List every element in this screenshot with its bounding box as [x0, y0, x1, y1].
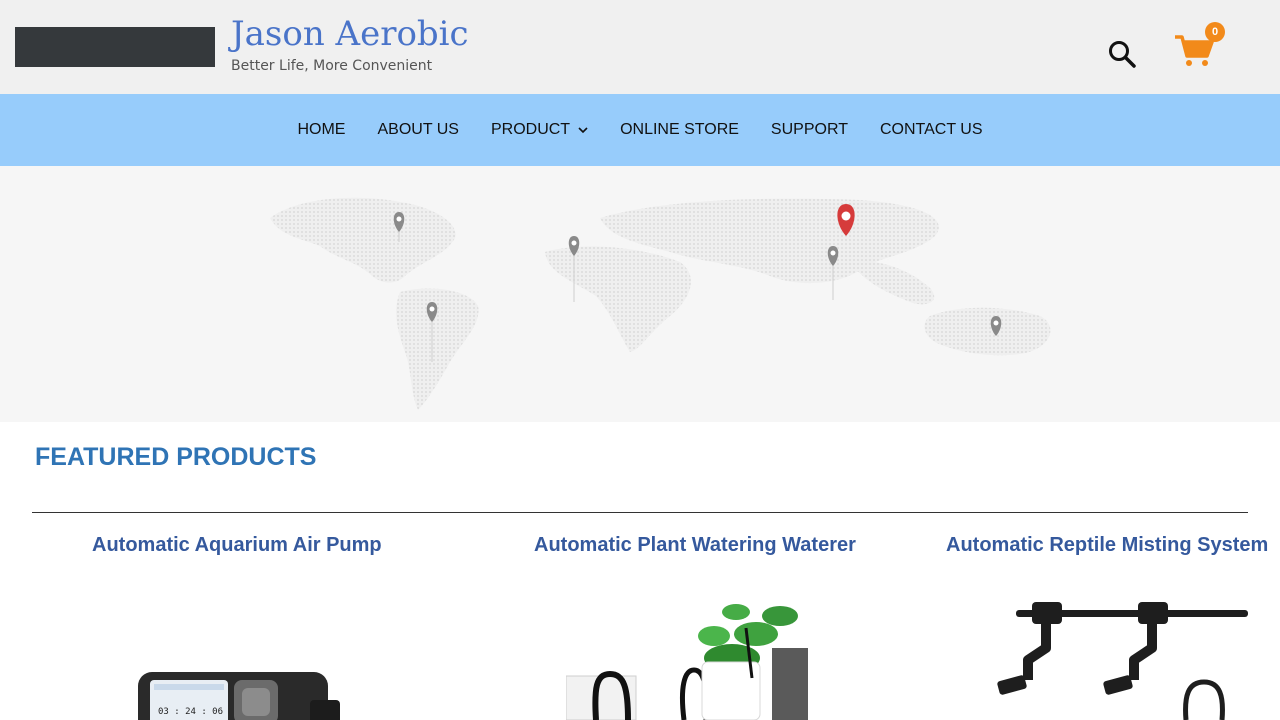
air-pump-display: 03 : 24 : 06 [158, 707, 223, 717]
nav-label: SUPPORT [770, 121, 848, 138]
hero-world-map [0, 166, 1280, 422]
nav-label: ABOUT US [377, 121, 459, 138]
nav-item-home[interactable]: HOME [281, 94, 361, 166]
main-navigation: HOME ABOUT US PRODUCT ONLINE STORE SUPPO… [0, 94, 1280, 166]
site-header: Jason Aerobic Better Life, More Convenie… [0, 0, 1280, 94]
section-divider [32, 512, 1248, 513]
nav-label: ONLINE STORE [620, 121, 739, 138]
nav-item-online-store[interactable]: ONLINE STORE [604, 94, 755, 166]
product-image-air-pump[interactable]: 03 : 24 : 06 [130, 660, 340, 720]
product-title-air-pump[interactable]: Automatic Aquarium Air Pump [92, 534, 382, 557]
cart-button[interactable]: 0 [1174, 22, 1230, 70]
nav-item-about-us[interactable]: ABOUT US [361, 94, 475, 166]
site-logo[interactable] [15, 27, 215, 67]
nav-item-support[interactable]: SUPPORT [755, 94, 864, 166]
nav-item-product[interactable]: PRODUCT [475, 94, 604, 166]
nav-item-contact-us[interactable]: CONTACT US [864, 94, 999, 166]
product-title-misting-system[interactable]: Automatic Reptile Misting System [946, 534, 1268, 557]
nav-label: PRODUCT [490, 121, 571, 138]
product-title-plant-waterer[interactable]: Automatic Plant Watering Waterer [534, 534, 856, 557]
product-image-misting-system[interactable] [988, 600, 1250, 720]
featured-products-heading: FEATURED PRODUCTS [35, 443, 317, 471]
site-tagline: Better Life, More Convenient [231, 58, 433, 74]
nav-label: CONTACT US [879, 121, 983, 138]
nav-list: HOME ABOUT US PRODUCT ONLINE STORE SUPPO… [0, 94, 1280, 166]
product-image-plant-waterer[interactable] [566, 598, 808, 720]
nav-label: HOME [297, 121, 346, 138]
chevron-down-icon [578, 127, 588, 134]
cart-count-badge: 0 [1205, 22, 1225, 42]
site-title[interactable]: Jason Aerobic [231, 14, 469, 54]
search-icon[interactable] [1106, 38, 1138, 70]
